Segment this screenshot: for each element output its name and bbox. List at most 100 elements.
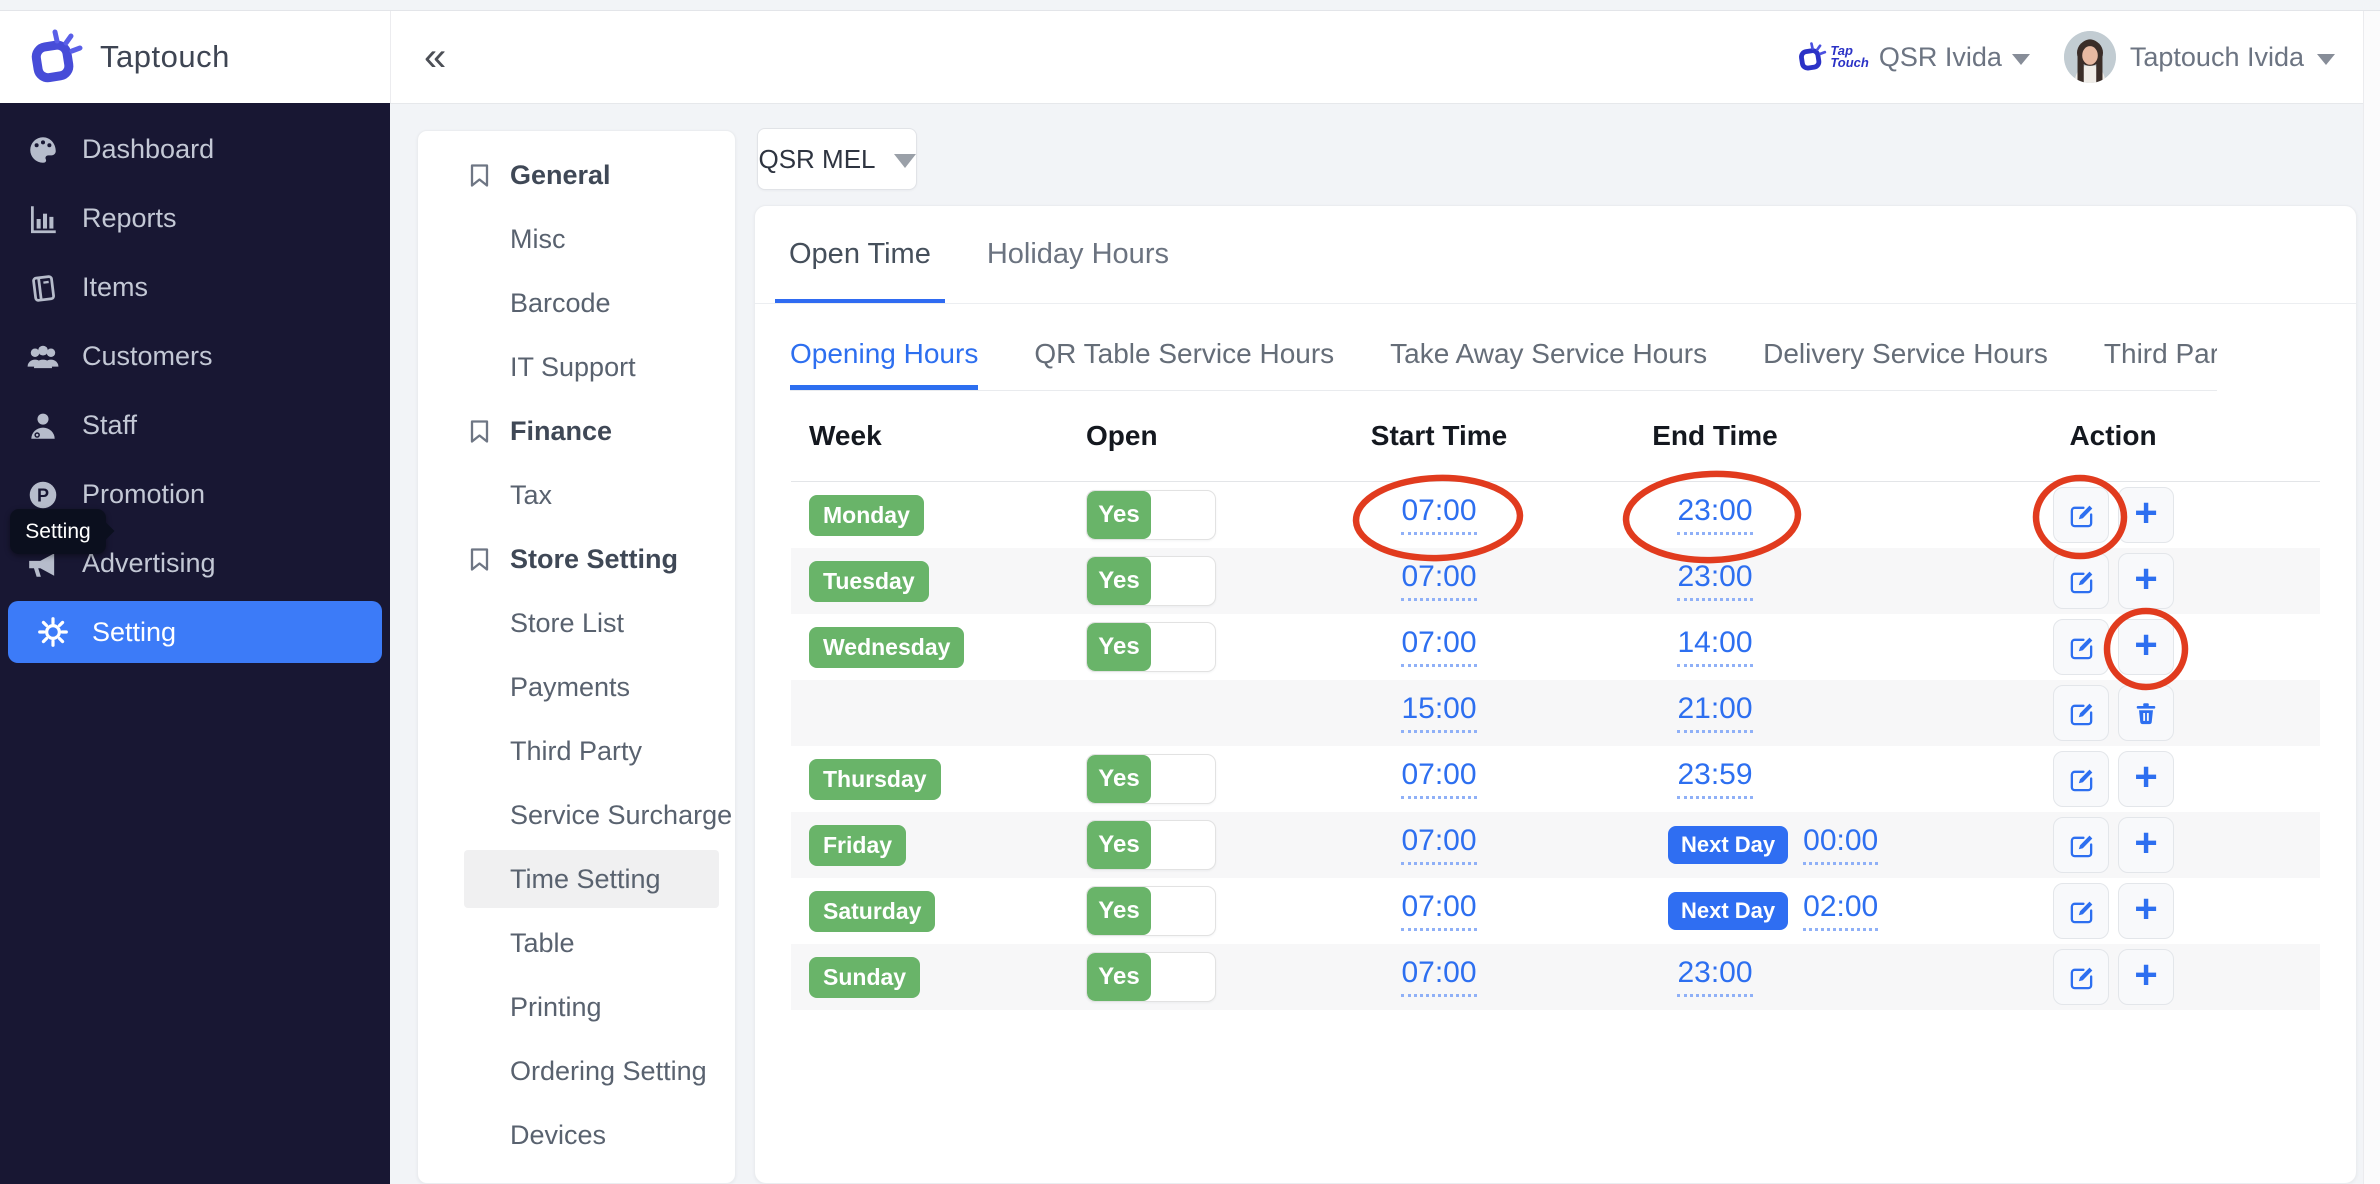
settings-item-tax[interactable]: Tax [418,463,735,527]
sidebar-item-customers[interactable]: Customers [0,322,390,391]
end-time-link[interactable]: 23:00 [1677,957,1753,997]
edit-button[interactable] [2053,949,2109,1005]
settings-item-time-setting[interactable]: Time Setting [464,850,719,908]
edit-button[interactable] [2053,553,2109,609]
edit-button[interactable] [2053,817,2109,873]
settings-nav: General Misc Barcode IT Support Finance … [417,130,736,1184]
sidebar-item-staff[interactable]: Staff [0,391,390,460]
start-time-link[interactable]: 07:00 [1401,957,1477,997]
account-menu[interactable]: Taptouch Ivida [2130,42,2304,73]
taptouch-burst-mini-icon [1799,42,1827,71]
start-time-link[interactable]: 07:00 [1401,627,1477,667]
settings-item-ordering-setting[interactable]: Ordering Setting [418,1039,735,1103]
day-badge: Thursday [809,758,941,800]
open-toggle[interactable]: Yes [1086,886,1216,936]
settings-item-store-list[interactable]: Store List [418,591,735,655]
add-button[interactable]: + [2118,883,2174,939]
edit-button[interactable] [2053,487,2109,543]
settings-item-third-party[interactable]: Third Party [418,719,735,783]
subtab-qr-table-service-hours[interactable]: QR Table Service Hours [1034,338,1334,390]
add-button[interactable]: + [2118,619,2174,675]
start-time-link[interactable]: 07:00 [1401,891,1477,931]
sidebar-item-dashboard[interactable]: Dashboard [0,115,390,184]
org-switcher[interactable]: QSR Ivida [1879,42,2002,73]
open-toggle[interactable]: Yes [1086,490,1216,540]
edit-icon [2070,835,2092,857]
day-badge: Saturday [809,890,936,932]
sidebar-item-items[interactable]: Items [0,253,390,322]
settings-item-service-surcharge[interactable]: Service Surcharge [418,783,735,847]
reports-icon [30,205,56,233]
end-time-link[interactable]: 00:00 [1803,825,1879,865]
store-selector[interactable]: QSR MEL [757,128,917,190]
settings-item-misc[interactable]: Misc [418,207,735,271]
tab-holiday-hours[interactable]: Holiday Hours [987,206,1169,303]
open-toggle[interactable]: Yes [1086,556,1216,606]
subtab-delivery-service-hours[interactable]: Delivery Service Hours [1763,338,2048,390]
end-time-link[interactable]: 21:00 [1677,693,1753,733]
org-caret-icon[interactable] [2011,53,2030,65]
day-badge: Tuesday [809,560,929,602]
edit-button[interactable] [2053,883,2109,939]
plus-icon: + [2134,491,2158,535]
start-time-link[interactable]: 07:00 [1401,825,1477,865]
user-avatar[interactable] [2063,31,2116,83]
edit-icon [2070,901,2092,923]
open-toggle[interactable]: Yes [1086,820,1216,870]
subtab-take-away-service-hours[interactable]: Take Away Service Hours [1390,338,1707,390]
settings-item-barcode[interactable]: Barcode [418,271,735,335]
plus-icon: + [2134,887,2158,931]
scrollbar[interactable] [2363,11,2380,1184]
subtab-opening-hours[interactable]: Opening Hours [790,338,979,390]
promotion-icon: P [29,481,57,508]
open-toggle[interactable]: Yes [1086,754,1216,804]
next-day-badge: Next Day [1668,826,1789,864]
trash-icon [2136,703,2156,725]
end-time-link[interactable]: 02:00 [1803,891,1879,931]
add-button[interactable]: + [2118,487,2174,543]
open-toggle[interactable]: Yes [1086,952,1216,1002]
start-time-link[interactable]: 07:00 [1401,759,1477,799]
table-row-friday: Friday Yes 07:00 Next Day 00:00 + [791,812,2320,878]
settings-item-table[interactable]: Table [418,911,735,975]
add-button[interactable]: + [2118,553,2174,609]
table-row-wednesday-extra: 15:00 21:00 [791,680,2320,746]
setting-gear-icon [38,617,68,647]
edit-icon [2070,637,2092,659]
edit-button[interactable] [2053,751,2109,807]
dashboard-icon [30,136,56,163]
start-time-link[interactable]: 07:00 [1401,561,1477,601]
tab-open-time[interactable]: Open Time [775,206,945,303]
start-time-link[interactable]: 15:00 [1401,693,1477,733]
end-time-link[interactable]: 23:59 [1677,759,1753,799]
plus-icon: + [2134,953,2158,997]
add-button[interactable]: + [2118,949,2174,1005]
service-hours-tab-bar: Opening Hours QR Table Service Hours Tak… [790,338,2217,391]
edit-icon [2070,505,2092,527]
end-time-link[interactable]: 23:00 [1677,495,1753,535]
subtab-third-party-service-hours[interactable]: Third Party Service Hours [2104,338,2217,390]
edit-button[interactable] [2053,619,2109,675]
column-header-open: Open [1086,420,1158,451]
sidebar-collapse-button[interactable]: « [424,11,446,103]
settings-item-devices[interactable]: Devices [418,1103,735,1167]
start-time-link[interactable]: 07:00 [1401,495,1477,535]
sidebar-item-reports[interactable]: Reports [0,184,390,253]
edit-button[interactable] [2053,685,2109,741]
add-button[interactable]: + [2118,817,2174,873]
delete-button[interactable] [2118,685,2174,741]
time-setting-card: Open Time Holiday Hours Opening Hours QR… [754,205,2357,1184]
column-header-start-time: Start Time [1370,420,1508,451]
edit-icon [2070,571,2092,593]
settings-item-printing[interactable]: Printing [418,975,735,1039]
bookmark-icon [470,547,489,571]
sidebar-item-setting[interactable]: Setting [8,601,382,663]
end-time-link[interactable]: 23:00 [1677,561,1753,601]
settings-item-it-support[interactable]: IT Support [418,335,735,399]
end-time-link[interactable]: 14:00 [1677,627,1753,667]
add-button[interactable]: + [2118,751,2174,807]
account-caret-icon[interactable] [2317,53,2335,65]
open-toggle[interactable]: Yes [1086,622,1216,672]
settings-item-payments[interactable]: Payments [418,655,735,719]
tab-bar: Open Time Holiday Hours [755,206,2356,304]
